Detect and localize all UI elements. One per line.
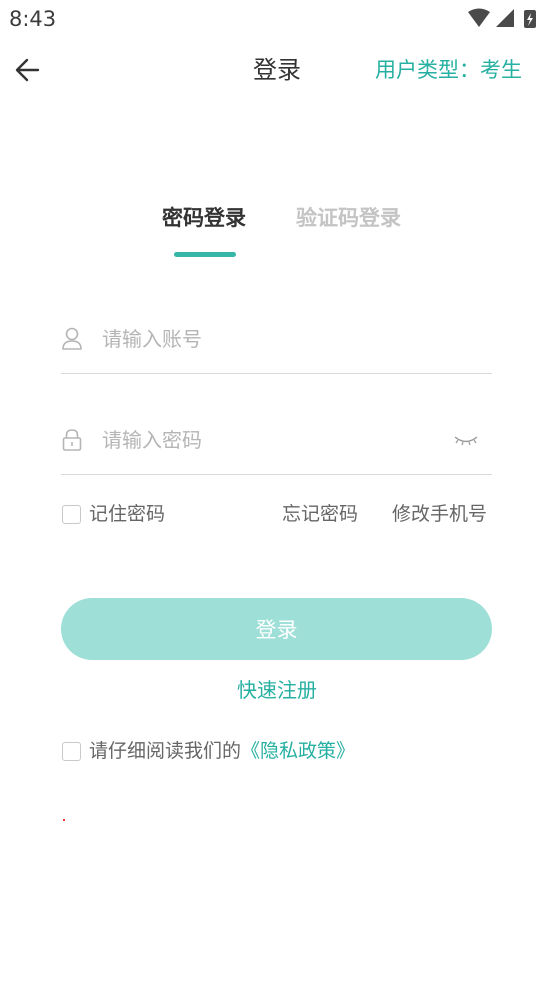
signal-icon (496, 9, 514, 27)
user-icon (61, 327, 83, 351)
forgot-password-link[interactable]: 忘记密码 (282, 499, 358, 529)
password-input[interactable] (102, 420, 432, 460)
privacy-agree-checkbox[interactable] (62, 742, 81, 761)
user-type-selector[interactable]: 用户类型：考生 (375, 53, 522, 87)
tab-password-login[interactable]: 密码登录 (162, 200, 246, 236)
stray-dot (63, 819, 65, 821)
remember-password-checkbox[interactable] (62, 505, 81, 524)
quick-register-link[interactable]: 快速注册 (0, 674, 554, 706)
login-button[interactable]: 登录 (61, 598, 492, 660)
status-icons-svg (468, 8, 536, 28)
status-time: 8:43 (9, 7, 57, 31)
privacy-prefix: 请仔细阅读我们的 (89, 740, 242, 762)
account-underline (61, 373, 492, 374)
status-icons (466, 8, 546, 30)
privacy-policy-link[interactable]: 《隐私政策》 (241, 740, 355, 762)
tab-code-login[interactable]: 验证码登录 (296, 200, 401, 236)
login-button-label: 登录 (255, 618, 298, 642)
remember-password-label[interactable]: 记住密码 (89, 499, 165, 529)
eye-closed-icon[interactable] (452, 428, 480, 452)
arrow-left-icon (15, 58, 40, 82)
back-button[interactable] (10, 52, 46, 88)
lock-icon (61, 428, 83, 452)
tab-active-indicator (174, 252, 236, 257)
privacy-agreement: 请仔细阅读我们的《隐私政策》 (89, 736, 355, 766)
account-input[interactable] (102, 319, 442, 359)
change-phone-link[interactable]: 修改手机号 (392, 499, 487, 529)
wifi-icon (468, 8, 490, 27)
password-underline (61, 474, 492, 475)
